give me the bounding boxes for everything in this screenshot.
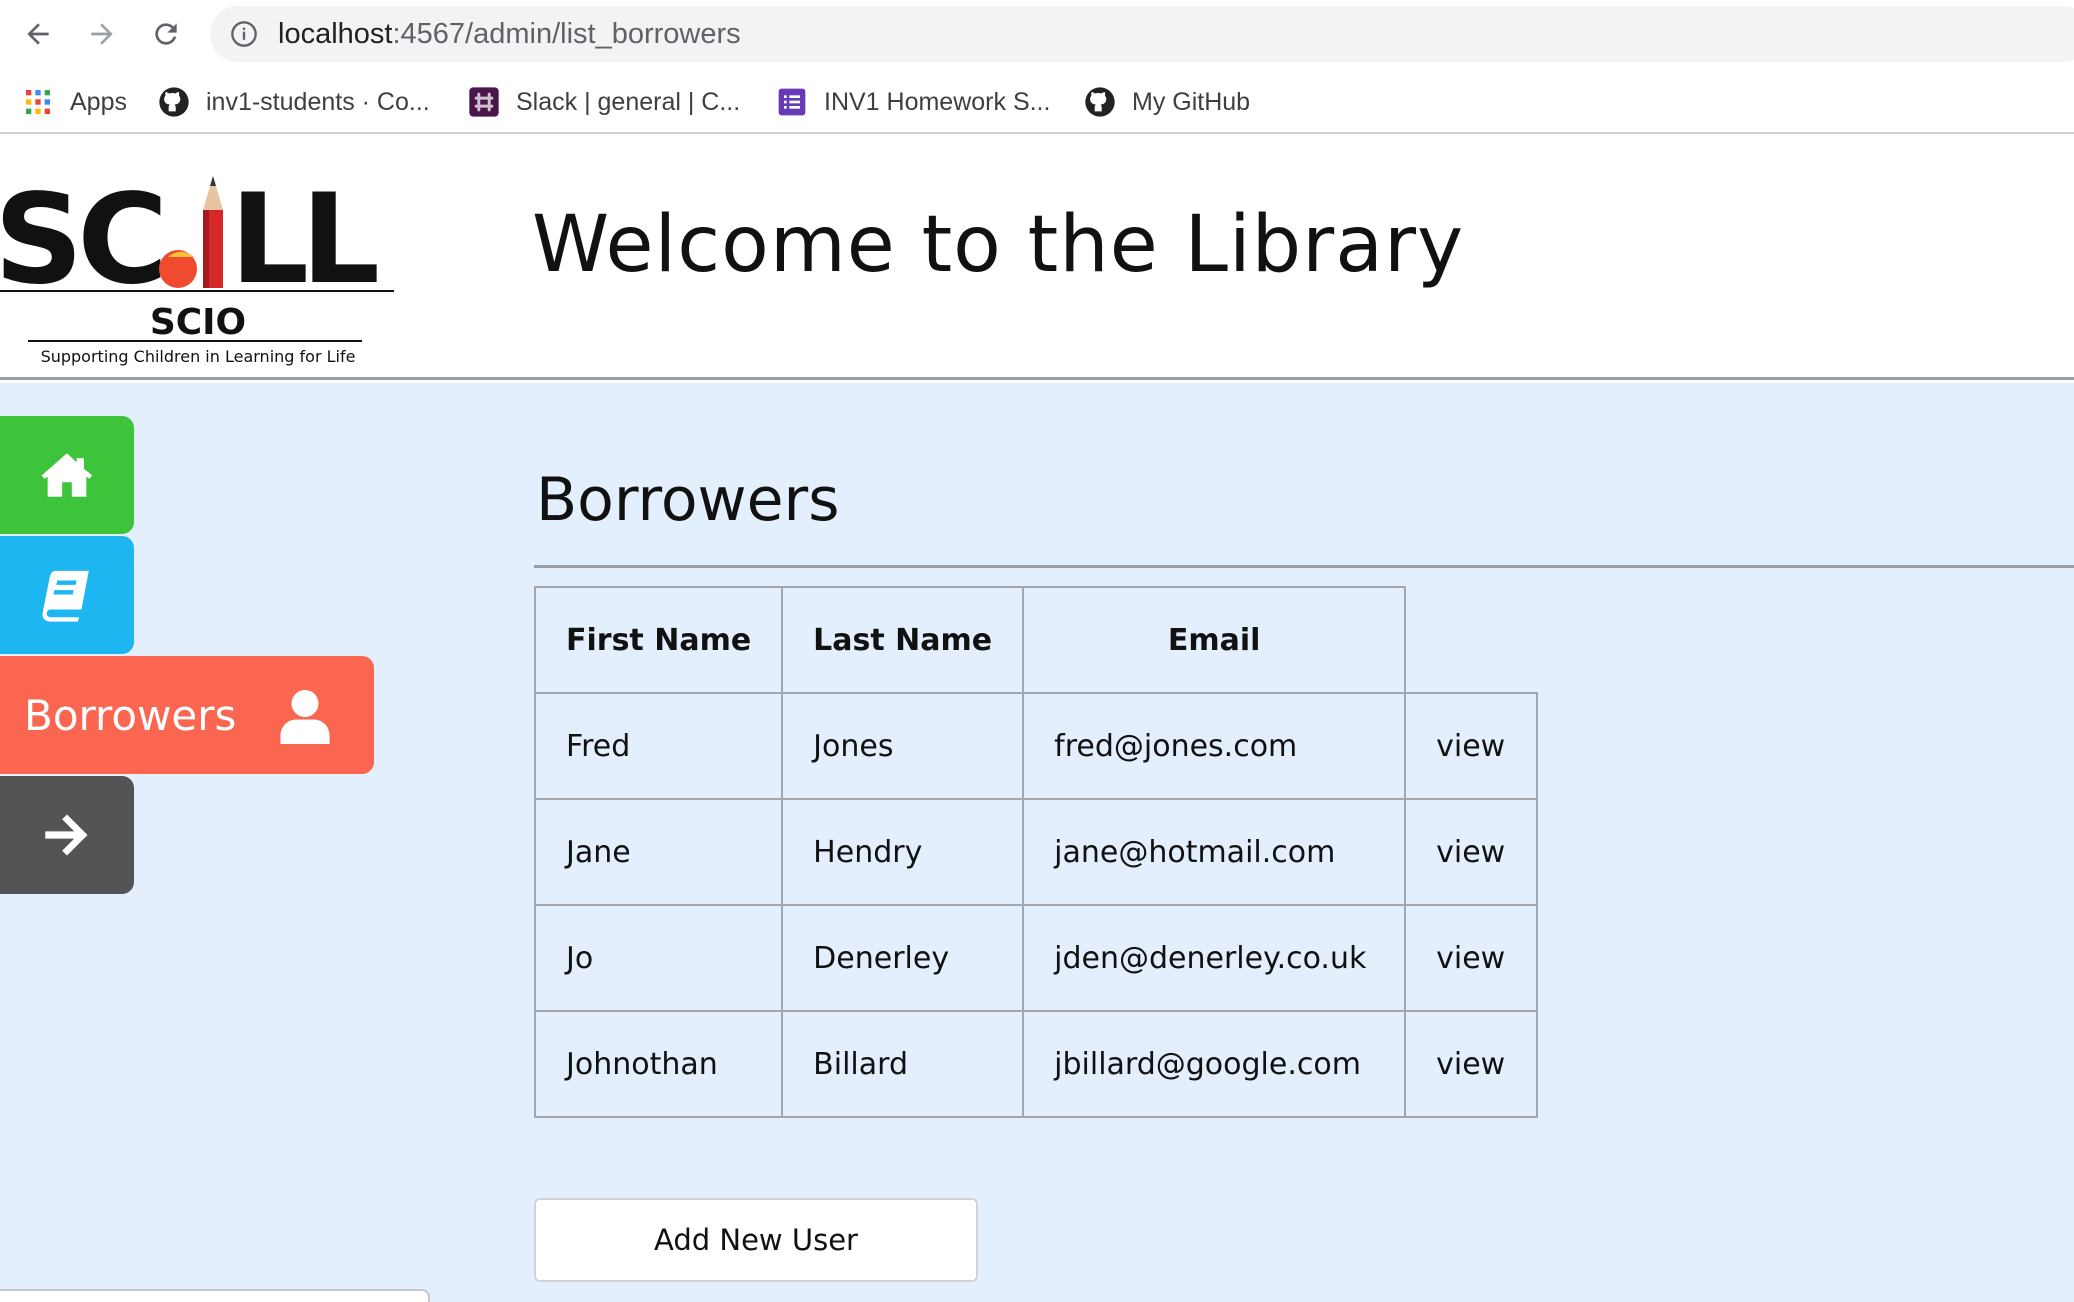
info-icon[interactable] [230, 20, 258, 48]
cell-email: jden@denerley.co.uk [1022, 904, 1407, 1012]
url-path: :4567/admin/list_borrowers [392, 18, 741, 50]
cell-action: view [1404, 904, 1539, 1012]
cell-email: jbillard@google.com [1022, 1010, 1407, 1118]
cell-email: jane@hotmail.com [1022, 798, 1407, 906]
back-button[interactable] [16, 12, 60, 56]
cell-last-name: Hendry [781, 798, 1025, 906]
bookmark-label: Slack | general | C... [516, 87, 741, 116]
sidebar-item-books[interactable] [0, 536, 134, 654]
cell-action: view [1404, 798, 1539, 906]
bookmark-apps[interactable]: Apps [22, 82, 127, 122]
table-row: Jo Denerley jden@denerley.co.uk view [533, 904, 1539, 1012]
book-icon [42, 570, 89, 622]
bookmark-inv1-students[interactable]: inv1-students · Co... [158, 82, 430, 122]
cell-first-name: Johnothan [533, 1010, 784, 1118]
forms-icon [778, 88, 806, 116]
column-header-email: Email [1022, 586, 1407, 694]
cell-last-name: Jones [781, 692, 1025, 800]
site-header: SC LL SCIO Supporting Children in Learni… [0, 136, 2074, 380]
table-header-row: First Name Last Name Email [533, 586, 1538, 694]
bookmarks-bar: Apps inv1-students · Co... Slack | gener… [0, 72, 2074, 134]
bookmark-label: INV1 Homework S... [824, 87, 1051, 116]
cell-action: view [1404, 692, 1539, 800]
browser-toolbar: localhost:4567/admin/list_borrowers [0, 0, 2074, 68]
view-link[interactable]: view [1436, 835, 1505, 870]
bookmark-label: My GitHub [1132, 87, 1251, 116]
user-icon [280, 690, 330, 744]
reload-button[interactable] [144, 12, 188, 56]
view-link[interactable]: view [1436, 1047, 1505, 1082]
url-host: localhost [278, 18, 393, 50]
view-link[interactable]: view [1436, 941, 1505, 976]
sidebar-item-borrowers[interactable]: Borrowers [0, 656, 374, 774]
column-header-first-name: First Name [533, 586, 784, 694]
column-header-blank [1405, 587, 1538, 694]
cell-action: view [1404, 1010, 1539, 1118]
bookmark-inv1-homework[interactable]: INV1 Homework S... [776, 82, 1050, 122]
back-arrow-icon [27, 23, 49, 45]
cell-last-name: Billard [781, 1010, 1025, 1118]
cell-first-name: Jane [533, 798, 784, 906]
reload-icon [155, 23, 177, 45]
apps-grid-icon [26, 90, 50, 114]
cell-last-name: Denerley [781, 904, 1025, 1012]
cell-first-name: Jo [533, 904, 784, 1012]
bookmark-slack[interactable]: Slack | general | C... [468, 82, 740, 122]
status-bubble [0, 1289, 430, 1302]
svg-text:Supporting Children in Learnin: Supporting Children in Learning for Life [41, 347, 356, 366]
page-title: Welcome to the Library [532, 200, 1465, 290]
main-content: Borrowers Borrowers First Name Last Name… [0, 383, 2074, 1302]
bookmark-label: Apps [70, 87, 127, 116]
borrowers-table: First Name Last Name Email Fred Jones fr… [533, 586, 1539, 1118]
slack-icon [469, 87, 499, 117]
home-icon [41, 453, 93, 497]
cell-email: fred@jones.com [1022, 692, 1407, 800]
address-bar[interactable]: localhost:4567/admin/list_borrowers [210, 6, 2074, 62]
table-row: Jane Hendry jane@hotmail.com view [533, 798, 1539, 906]
svg-text:SCIO: SCIO [150, 302, 246, 343]
view-link[interactable]: view [1436, 729, 1505, 764]
github-icon [159, 87, 189, 117]
github-icon [1085, 87, 1115, 117]
forward-button[interactable] [80, 12, 124, 56]
bookmark-my-github[interactable]: My GitHub [1084, 82, 1250, 122]
scill-logo[interactable]: SC LL SCIO Supporting Children in Learni… [0, 172, 400, 372]
column-header-last-name: Last Name [781, 586, 1025, 694]
sidebar-item-home[interactable] [0, 416, 134, 534]
table-row: Fred Jones fred@jones.com view [533, 692, 1539, 800]
section-divider [534, 565, 2074, 568]
cell-first-name: Fred [533, 692, 784, 800]
forward-arrow-icon [91, 23, 113, 45]
add-new-user-button[interactable]: Add New User [534, 1198, 978, 1282]
bookmark-label: inv1-students · Co... [206, 87, 430, 116]
url-text[interactable]: localhost:4567/admin/list_borrowers [278, 18, 741, 50]
arrow-right-icon [45, 814, 88, 856]
table-row: Johnothan Billard jbillard@google.com vi… [533, 1010, 1539, 1118]
sidebar-item-logout[interactable] [0, 776, 134, 894]
section-title: Borrowers [536, 465, 840, 535]
sidebar-item-label: Borrowers [24, 690, 237, 740]
